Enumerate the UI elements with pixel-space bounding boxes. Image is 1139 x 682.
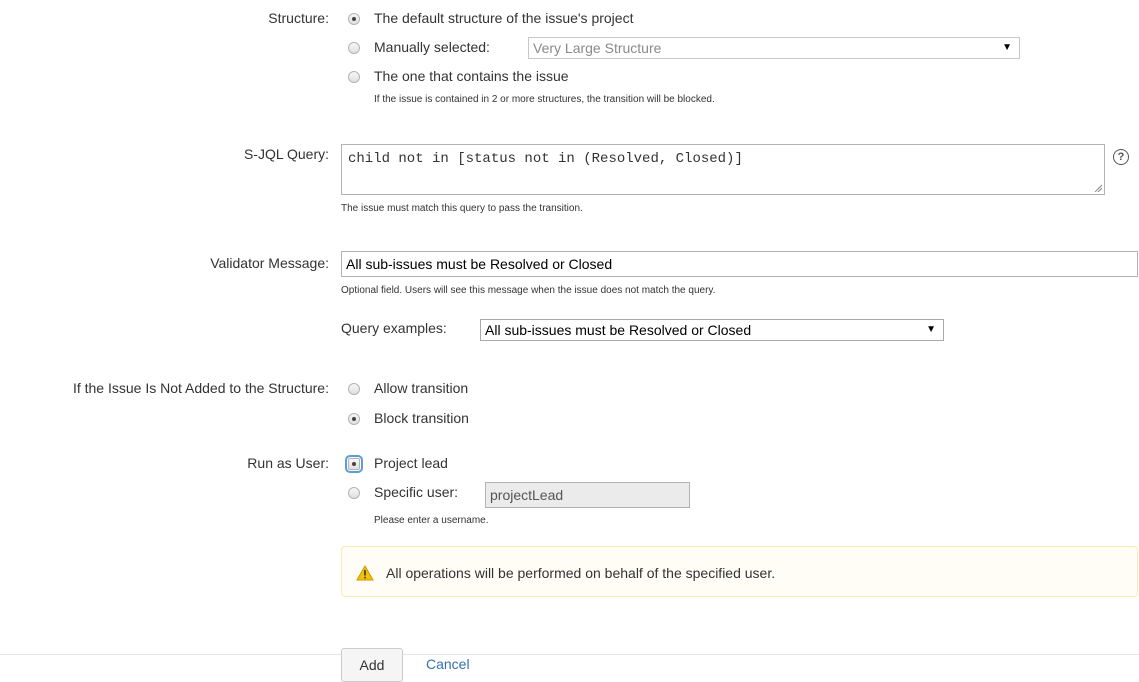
sjql-hint: The issue must match this query to pass … xyxy=(341,203,583,214)
dropdown-arrow-icon: ▼ xyxy=(926,324,936,335)
radio-contains-issue[interactable] xyxy=(348,71,360,83)
radio-default-structure[interactable] xyxy=(348,13,360,25)
sjql-query-value: child not in [status not in (Resolved, C… xyxy=(348,151,743,167)
run-as-label: Run as User: xyxy=(247,455,329,471)
specific-user-input[interactable]: projectLead xyxy=(485,482,690,508)
query-examples-label: Query examples: xyxy=(341,320,447,336)
sjql-query-textarea[interactable]: child not in [status not in (Resolved, C… xyxy=(341,144,1105,195)
option-specific-user-label: Specific user: xyxy=(374,484,459,500)
sjql-label: S-JQL Query: xyxy=(243,146,329,162)
option-manually-selected-label: Manually selected: xyxy=(374,39,490,55)
structure-select-value: Very Large Structure xyxy=(533,40,662,56)
option-contains-issue-label: The one that contains the issue xyxy=(374,68,569,84)
dropdown-arrow-icon: ▼ xyxy=(1002,42,1012,53)
help-icon[interactable]: ? xyxy=(1113,149,1129,165)
username-hint: Please enter a username. xyxy=(374,515,489,526)
query-examples-value: All sub-issues must be Resolved or Close… xyxy=(485,322,752,338)
validator-hint: Optional field. Users will see this mess… xyxy=(341,285,716,296)
radio-block-transition[interactable] xyxy=(348,413,360,425)
query-examples-select[interactable]: All sub-issues must be Resolved or Close… xyxy=(480,319,944,341)
cancel-link[interactable]: Cancel xyxy=(426,656,470,672)
warning-text: All operations will be performed on beha… xyxy=(386,565,776,581)
structure-select[interactable]: Very Large Structure ▼ xyxy=(528,37,1020,59)
radio-project-lead[interactable] xyxy=(345,455,363,473)
not-added-label: If the Issue Is Not Added to the Structu… xyxy=(72,380,329,396)
radio-allow-transition[interactable] xyxy=(348,383,360,395)
option-project-lead-label: Project lead xyxy=(374,455,448,471)
validator-label: Validator Message: xyxy=(210,255,329,271)
option-default-structure-label: The default structure of the issue's pro… xyxy=(374,10,634,26)
add-button[interactable]: Add xyxy=(341,648,403,682)
warning-message: All operations will be performed on beha… xyxy=(341,546,1138,597)
specific-user-value: projectLead xyxy=(490,487,564,503)
structure-hint: If the issue is contained in 2 or more s… xyxy=(374,94,715,105)
resize-grip-icon[interactable] xyxy=(1094,184,1102,192)
validator-message-value: All sub-issues must be Resolved or Close… xyxy=(346,256,613,272)
structure-label: Structure: xyxy=(268,10,329,26)
radio-manually-selected[interactable] xyxy=(348,42,360,54)
radio-specific-user[interactable] xyxy=(348,487,360,499)
divider xyxy=(0,654,1139,655)
validator-message-input[interactable]: All sub-issues must be Resolved or Close… xyxy=(341,251,1138,277)
option-allow-transition-label: Allow transition xyxy=(374,380,469,396)
warning-icon xyxy=(356,565,374,581)
option-block-transition-label: Block transition xyxy=(374,410,469,426)
